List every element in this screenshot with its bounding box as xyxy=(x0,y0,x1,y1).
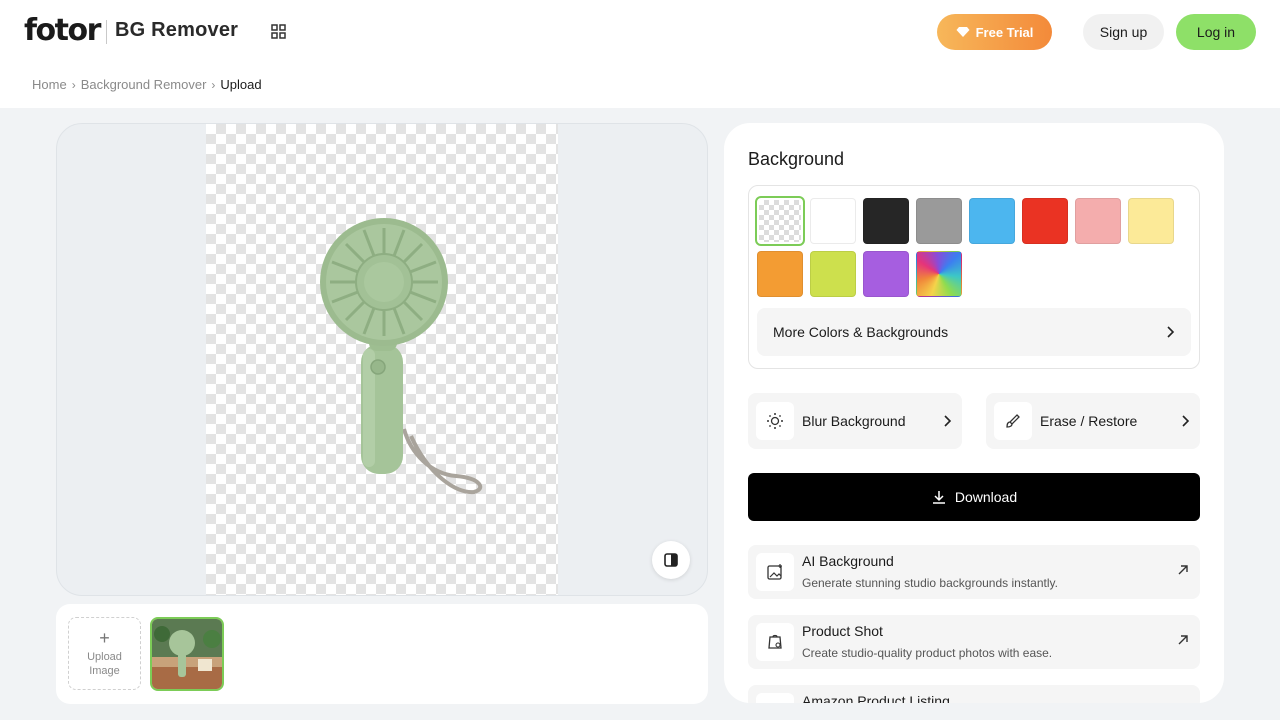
blur-background-button[interactable]: Blur Background xyxy=(748,393,962,449)
brush-icon xyxy=(994,402,1032,440)
swatch-pink[interactable] xyxy=(1075,198,1121,244)
amazon-product-listing-title: Amazon Product Listing xyxy=(802,693,950,703)
swatch-gray[interactable] xyxy=(916,198,962,244)
amazon-listing-icon xyxy=(756,693,794,703)
product-name: BG Remover xyxy=(115,19,239,41)
swatch-white[interactable] xyxy=(810,198,856,244)
upload-image-label: Upload Image xyxy=(87,651,122,677)
diamond-icon xyxy=(956,27,970,37)
chevron-right-icon xyxy=(1182,415,1190,427)
product-shot-card[interactable]: Product Shot Create studio-quality produ… xyxy=(748,615,1200,669)
blur-background-label: Blur Background xyxy=(802,413,906,429)
swatch-purple[interactable] xyxy=(863,251,909,297)
background-options-panel: Background More Colors & Backgrounds Blu… xyxy=(724,123,1224,703)
sign-up-button[interactable]: Sign up xyxy=(1083,14,1164,50)
thumbnail-photo xyxy=(152,619,222,689)
apps-grid-icon[interactable] xyxy=(270,23,288,41)
top-header: fotor BG Remover Free Trial Sign up Log … xyxy=(0,0,1280,64)
breadcrumb-background-remover[interactable]: Background Remover xyxy=(81,77,207,92)
breadcrumb-home[interactable]: Home xyxy=(32,77,67,92)
logo-divider xyxy=(106,20,107,44)
log-in-button[interactable]: Log in xyxy=(1176,14,1256,50)
chevron-right-icon xyxy=(944,415,952,427)
swatch-yellow[interactable] xyxy=(1128,198,1174,244)
upload-image-button[interactable]: + Upload Image xyxy=(68,617,141,690)
product-shot-title: Product Shot xyxy=(802,623,883,639)
ai-background-title: AI Background xyxy=(802,553,894,569)
download-icon xyxy=(932,491,945,504)
free-trial-label: Free Trial xyxy=(975,24,1034,40)
product-shot-desc: Create studio-quality product photos wit… xyxy=(802,646,1053,660)
download-label: Download xyxy=(954,489,1018,505)
compare-toggle-button[interactable] xyxy=(652,541,690,579)
more-colors-button[interactable]: More Colors & Backgrounds xyxy=(757,308,1191,356)
arrow-up-right-icon xyxy=(1178,565,1188,575)
swatch-blue[interactable] xyxy=(969,198,1015,244)
fotor-logo[interactable]: fotor xyxy=(24,14,101,48)
handheld-fan-image xyxy=(320,218,483,495)
swatch-black[interactable] xyxy=(863,198,909,244)
chevron-right-icon: › xyxy=(211,77,216,92)
swatch-lime[interactable] xyxy=(810,251,856,297)
product-shot-icon xyxy=(756,623,794,661)
erase-restore-button[interactable]: Erase / Restore xyxy=(986,393,1200,449)
image-thumbnails-strip: + Upload Image xyxy=(56,604,708,704)
arrow-up-right-icon xyxy=(1178,635,1188,645)
plus-icon: + xyxy=(99,628,110,648)
more-colors-label: More Colors & Backgrounds xyxy=(773,324,949,340)
chevron-right-icon xyxy=(1167,326,1175,338)
breadcrumb-bar: Home › Background Remover › Upload xyxy=(0,64,1280,108)
compare-icon xyxy=(664,553,678,567)
swatch-orange[interactable] xyxy=(757,251,803,297)
swatch-transparent[interactable] xyxy=(755,196,805,246)
ai-background-desc: Generate stunning studio backgrounds ins… xyxy=(802,576,1058,590)
ai-background-card[interactable]: AI Background Generate stunning studio b… xyxy=(748,545,1200,599)
image-canvas[interactable] xyxy=(56,123,708,596)
swatch-rainbow[interactable] xyxy=(916,251,962,297)
breadcrumb-current: Upload xyxy=(220,77,262,92)
ai-background-icon xyxy=(756,553,794,591)
erase-restore-label: Erase / Restore xyxy=(1040,413,1138,429)
panel-title: Background xyxy=(748,149,845,169)
free-trial-button[interactable]: Free Trial xyxy=(937,14,1052,50)
swatch-red[interactable] xyxy=(1022,198,1068,244)
breadcrumb: Home › Background Remover › Upload xyxy=(32,77,262,92)
blur-icon xyxy=(756,402,794,440)
chevron-right-icon: › xyxy=(71,77,76,92)
amazon-product-listing-card[interactable]: Amazon Product Listing xyxy=(748,685,1200,703)
color-swatch-group: More Colors & Backgrounds xyxy=(748,185,1200,369)
download-button[interactable]: Download xyxy=(748,473,1200,521)
image-thumbnail[interactable] xyxy=(150,617,224,691)
